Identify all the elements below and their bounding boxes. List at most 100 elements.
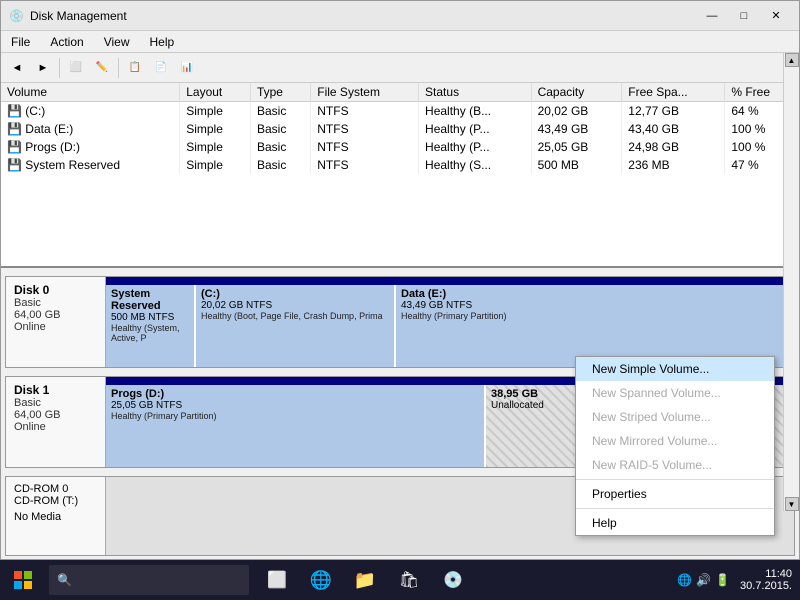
menu-file[interactable]: File (1, 31, 40, 52)
cell-type: Basic (250, 138, 310, 156)
disk0-size: 64,00 GB (14, 309, 97, 321)
taskbar-store-icon[interactable]: 🛍 (389, 560, 429, 600)
cdrom0-type: CD-ROM (T:) (14, 495, 97, 507)
context-menu-new-raid5[interactable]: New RAID-5 Volume... (576, 453, 774, 477)
table-row[interactable]: 💾 Progs (D:) Simple Basic NTFS Healthy (… (1, 138, 799, 156)
taskbar-search[interactable]: 🔍 (49, 565, 249, 595)
network-icon: 🌐 (677, 573, 692, 587)
context-menu-new-striped[interactable]: New Striped Volume... (576, 405, 774, 429)
main-window: 💿 Disk Management — □ ✕ File Action View… (0, 0, 800, 560)
col-layout: Layout (180, 83, 251, 102)
taskbar-clock[interactable]: 11:40 30.7.2015. (740, 568, 792, 592)
table-row[interactable]: 💾 Data (E:) Simple Basic NTFS Healthy (P… (1, 120, 799, 138)
context-menu-help[interactable]: Help (576, 511, 774, 535)
cell-capacity: 25,05 GB (531, 138, 622, 156)
taskbar-icons: ⬜ 🌐 📁 🛍 💿 (257, 560, 473, 600)
cell-free: 236 MB (622, 156, 725, 174)
menu-view[interactable]: View (94, 31, 140, 52)
menu-help[interactable]: Help (140, 31, 185, 52)
toolbar-back[interactable]: ◄ (5, 56, 29, 80)
toolbar-btn5[interactable]: 📄 (149, 56, 173, 80)
cell-type: Basic (250, 156, 310, 174)
disk0-partition-data[interactable]: Data (E:) 43,49 GB NTFS Healthy (Primary… (396, 285, 794, 367)
cell-layout: Simple (180, 138, 251, 156)
disk0-partition-sysreserved[interactable]: System Reserved 500 MB NTFS Healthy (Sys… (106, 285, 196, 367)
toolbar-btn2[interactable]: ⬜ (64, 56, 88, 80)
disk0-status: Online (14, 321, 97, 333)
col-status: Status (419, 83, 532, 102)
disk0-row: Disk 0 Basic 64,00 GB Online System Rese… (5, 276, 795, 368)
drive-icon: 💾 (7, 140, 22, 154)
cell-capacity: 500 MB (531, 156, 622, 174)
search-icon: 🔍 (57, 573, 72, 587)
cell-capacity: 43,49 GB (531, 120, 622, 138)
table-header: Volume Layout Type File System Status Ca… (1, 83, 799, 102)
cell-type: Basic (250, 120, 310, 138)
cdrom0-nomedia: No Media (14, 511, 97, 523)
taskbar: 🔍 ⬜ 🌐 📁 🛍 💿 🌐 🔊 🔋 11:40 30.7.2015. (0, 560, 800, 600)
minimize-button[interactable]: — (697, 6, 727, 26)
disk1-name: Disk 1 (14, 383, 97, 397)
toolbar-forward[interactable]: ► (31, 56, 55, 80)
disk1-size: 64,00 GB (14, 409, 97, 421)
disk0-name: Disk 0 (14, 283, 97, 297)
scroll-down[interactable]: ▼ (785, 497, 799, 511)
disk-table: Volume Layout Type File System Status Ca… (1, 83, 799, 174)
context-menu-sep2 (576, 508, 774, 509)
title-bar-left: 💿 Disk Management (9, 9, 127, 23)
vertical-scrollbar[interactable]: ▲ ▼ (783, 53, 799, 511)
taskbar-task-view[interactable]: ⬜ (257, 560, 297, 600)
context-menu-new-simple[interactable]: New Simple Volume... (576, 357, 774, 381)
cell-volume: 💾 Progs (D:) (1, 138, 180, 156)
battery-icon: 🔋 (715, 573, 730, 587)
col-capacity: Capacity (531, 83, 622, 102)
maximize-button[interactable]: □ (729, 6, 759, 26)
cell-layout: Simple (180, 120, 251, 138)
cell-capacity: 20,02 GB (531, 102, 622, 121)
disk0-partition-c[interactable]: (C:) 20,02 GB NTFS Healthy (Boot, Page F… (196, 285, 396, 367)
toolbar-btn3[interactable]: ✏️ (90, 56, 114, 80)
context-menu-properties[interactable]: Properties (576, 482, 774, 506)
cell-status: Healthy (P... (419, 120, 532, 138)
menu-bar: File Action View Help (1, 31, 799, 53)
cell-layout: Simple (180, 156, 251, 174)
close-button[interactable]: ✕ (761, 6, 791, 26)
taskbar-sys-icons: 🌐 🔊 🔋 (677, 573, 730, 587)
disk0-label: Disk 0 Basic 64,00 GB Online (6, 277, 106, 367)
menu-action[interactable]: Action (40, 31, 93, 52)
taskbar-folder-icon[interactable]: 📁 (345, 560, 385, 600)
cell-free: 24,98 GB (622, 138, 725, 156)
drive-icon: 💾 (7, 122, 22, 136)
context-menu-new-mirrored[interactable]: New Mirrored Volume... (576, 429, 774, 453)
taskbar-diskmgmt-icon[interactable]: 💿 (433, 560, 473, 600)
cell-fs: NTFS (311, 156, 419, 174)
toolbar-btn4[interactable]: 📋 (123, 56, 147, 80)
cell-layout: Simple (180, 102, 251, 121)
cell-status: Healthy (S... (419, 156, 532, 174)
disk1-label: Disk 1 Basic 64,00 GB Online (6, 377, 106, 467)
toolbar-btn6[interactable]: 📊 (175, 56, 199, 80)
table-row[interactable]: 💾 System Reserved Simple Basic NTFS Heal… (1, 156, 799, 174)
start-button[interactable] (0, 560, 45, 600)
context-menu-new-spanned[interactable]: New Spanned Volume... (576, 381, 774, 405)
cell-free: 12,77 GB (622, 102, 725, 121)
volume-icon: 🔊 (696, 573, 711, 587)
cell-status: Healthy (B... (419, 102, 532, 121)
context-menu: New Simple Volume... New Spanned Volume.… (575, 356, 775, 536)
cell-fs: NTFS (311, 138, 419, 156)
window-title: Disk Management (30, 9, 127, 23)
cell-status: Healthy (P... (419, 138, 532, 156)
table-row[interactable]: 💾 (C:) Simple Basic NTFS Healthy (B... 2… (1, 102, 799, 121)
disk1-partition-progs[interactable]: Progs (D:) 25,05 GB NTFS Healthy (Primar… (106, 385, 486, 467)
scroll-up[interactable]: ▲ (785, 53, 799, 67)
context-menu-sep1 (576, 479, 774, 480)
cell-type: Basic (250, 102, 310, 121)
cdrom0-name: CD-ROM 0 (14, 483, 97, 495)
col-volume: Volume (1, 83, 180, 102)
drive-icon: 💾 (7, 104, 22, 118)
cell-volume: 💾 Data (E:) (1, 120, 180, 138)
taskbar-edge-icon[interactable]: 🌐 (301, 560, 341, 600)
clock-date: 30.7.2015. (740, 580, 792, 592)
toolbar: ◄ ► ⬜ ✏️ 📋 📄 📊 (1, 53, 799, 83)
toolbar-sep2 (118, 58, 119, 78)
